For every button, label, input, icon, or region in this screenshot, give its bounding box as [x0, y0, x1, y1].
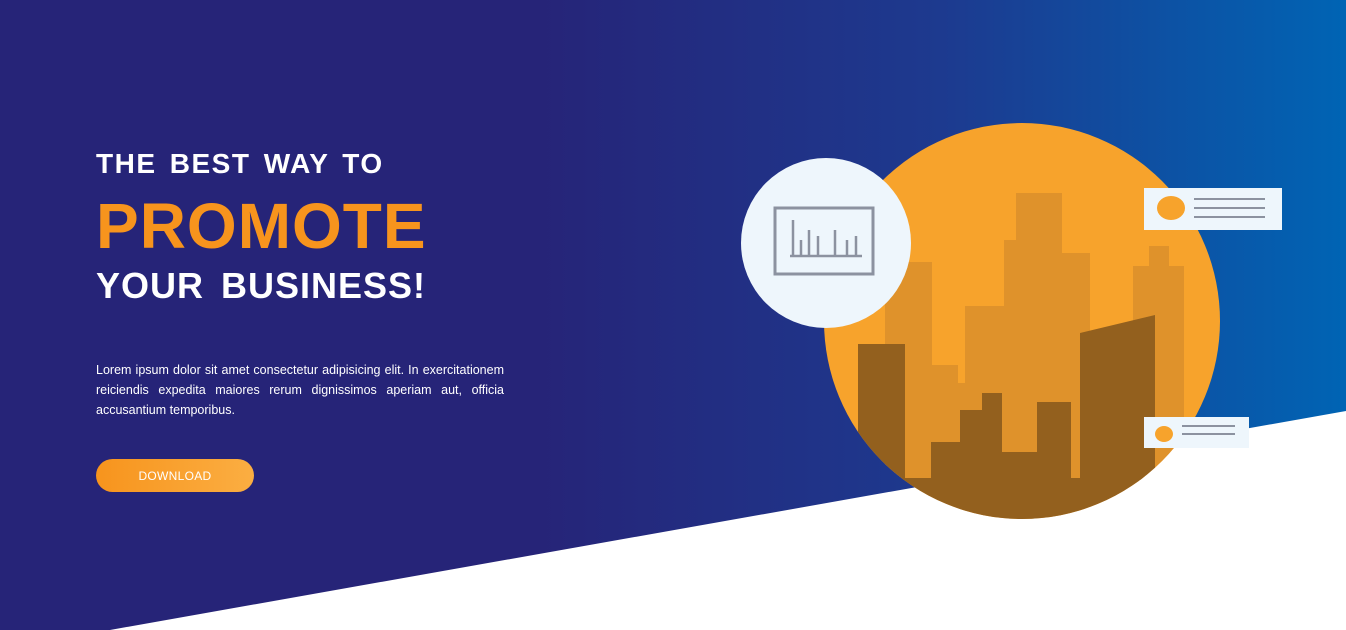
city-illustration [741, 123, 1282, 519]
info-card-icon-bottom [1144, 417, 1249, 448]
chart-icon-circle [741, 158, 911, 328]
building-dark-left [858, 344, 905, 480]
building-dark-right [1080, 315, 1155, 480]
ground [824, 478, 1220, 519]
info-card-icon-top [1144, 188, 1282, 230]
